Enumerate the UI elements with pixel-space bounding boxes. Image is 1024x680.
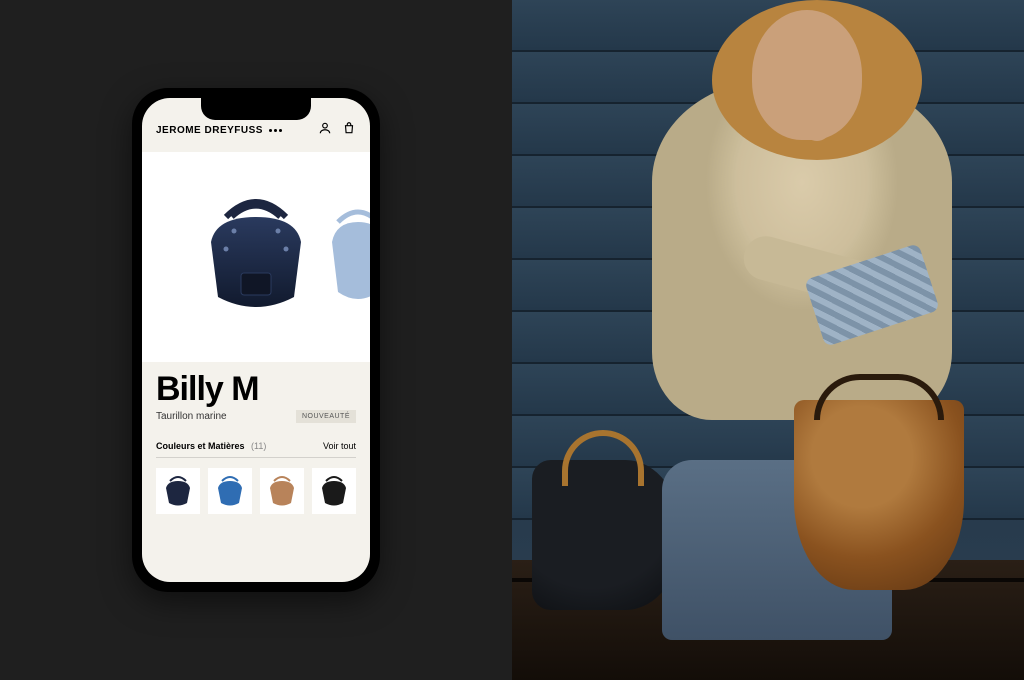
new-badge: NOUVEAUTÉ bbox=[296, 410, 356, 423]
swatch-item[interactable] bbox=[260, 468, 304, 514]
product-image bbox=[186, 187, 326, 327]
swatch-item[interactable] bbox=[208, 468, 252, 514]
variants-count: (11) bbox=[251, 441, 266, 451]
variants-label: Couleurs et Matières bbox=[156, 441, 245, 451]
product-hero[interactable] bbox=[142, 152, 370, 362]
account-icon[interactable] bbox=[318, 121, 332, 140]
phone-frame: JEROME DREYFUSS bbox=[132, 88, 380, 592]
left-panel: JEROME DREYFUSS bbox=[0, 0, 512, 680]
swatch-item[interactable] bbox=[312, 468, 356, 514]
variants-header: Couleurs et Matières (11) Voir tout bbox=[142, 431, 370, 457]
product-title: Billy M bbox=[156, 372, 356, 406]
swatch-row bbox=[142, 458, 370, 524]
bag-icon[interactable] bbox=[342, 121, 356, 140]
brand-logo[interactable]: JEROME DREYFUSS bbox=[156, 125, 282, 136]
product-material: Taurillon marine bbox=[156, 411, 227, 422]
leather-bag bbox=[532, 460, 682, 610]
lifestyle-image bbox=[512, 0, 1024, 680]
model-face bbox=[752, 10, 862, 140]
next-product-peek-icon bbox=[328, 192, 370, 312]
brand-text: JEROME DREYFUSS bbox=[156, 125, 263, 136]
brand-mark-icon bbox=[269, 129, 282, 132]
view-all-link[interactable]: Voir tout bbox=[323, 441, 356, 451]
swatch-item[interactable] bbox=[156, 468, 200, 514]
phone-screen: JEROME DREYFUSS bbox=[142, 98, 370, 582]
phone-notch bbox=[201, 98, 311, 120]
rusty-bucket bbox=[794, 400, 964, 590]
